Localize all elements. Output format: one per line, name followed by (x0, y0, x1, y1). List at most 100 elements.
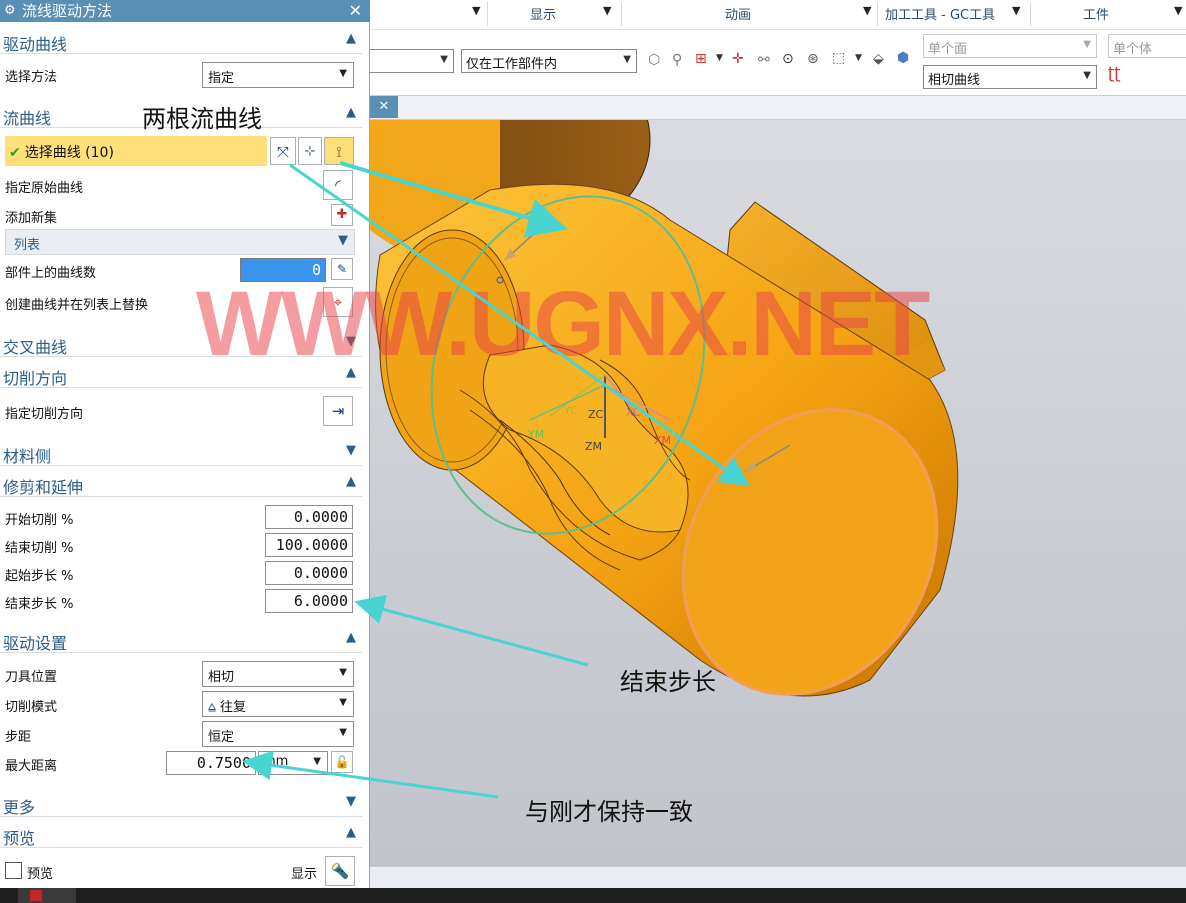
cut-mode-select[interactable]: ⩠ 往复 ▼ (202, 691, 354, 717)
watermark: WWW.UGNX.NET (196, 273, 930, 375)
ribbon-animation-dropdown[interactable]: ▼ (863, 4, 871, 17)
filter-icon[interactable]: ⚲ (672, 52, 682, 68)
ribbon-workpiece-dropdown[interactable]: ▼ (1174, 4, 1182, 17)
display-label: 显示 (291, 867, 318, 882)
section-title: 修剪和延伸 (3, 478, 84, 497)
select-curve-label: 选择曲线 (10) (24, 145, 114, 161)
start-cut-input[interactable]: 0.0000 (265, 505, 353, 529)
ribbon-display-dropdown[interactable]: ▼ (603, 4, 611, 17)
preview-checkbox[interactable] (5, 862, 22, 879)
section-title: 流曲线 (3, 109, 52, 128)
axis-label-ym: YM (527, 428, 544, 441)
section-title: 切削方向 (3, 369, 68, 388)
section-title: 预览 (3, 829, 36, 848)
section-drive-curve[interactable]: 驱动曲线 ▲ (0, 28, 362, 54)
ribbon-tab-display[interactable]: 显示 (530, 4, 556, 23)
body-rule-select[interactable]: 单个体 (1108, 34, 1186, 58)
add-point-icon[interactable]: ⊞ (695, 51, 707, 67)
stepover-select[interactable]: 恒定 ▼ (202, 721, 354, 747)
box-select-icon[interactable]: ⬚ (832, 50, 845, 66)
section-title: 更多 (3, 798, 36, 817)
add-new-set-label: 添加新集 (5, 211, 58, 226)
preview-label: 预览 (27, 867, 54, 882)
chevron-up-icon[interactable]: ▲ (346, 630, 356, 645)
stop-at-intersection-icon[interactable]: ʈʈ (1108, 63, 1121, 82)
part-model-scene[interactable]: YC ZC XC YM ZM XM (370, 120, 1186, 866)
quadrant-icon[interactable]: ⊛ (807, 51, 819, 67)
vertex-icon[interactable]: ✛ (732, 51, 744, 67)
ribbon-tab-gc-tools[interactable]: 加工工具 - GC工具 (885, 4, 995, 23)
close-tab-icon[interactable]: ✕ (370, 96, 398, 118)
add-set-icon[interactable]: ✚ (331, 204, 353, 226)
start-step-input[interactable]: 0.0000 (265, 561, 353, 585)
point-constructor-button[interactable]: ⊹ (298, 137, 322, 165)
stepover-value: 恒定 (208, 730, 235, 745)
curve-rule-value: 相切曲线 (928, 73, 981, 88)
tool-position-label: 刀具位置 (5, 670, 58, 685)
origin-curve-button[interactable]: ◜ (323, 170, 353, 200)
chevron-down-icon: ▼ (339, 667, 347, 678)
annotation-keep-same: 与刚才保持一致 (525, 798, 693, 826)
select-method-select[interactable]: 指定 ▼ (202, 62, 354, 88)
selection-toolbar: ▼ 仅在工作部件内 ▼ ⬡ ⚲ ⊞ ▼ ✛ ⚯ ⊙ ⊛ ⬚ ▼ ⬙ ⬢ 单个面 ▼ … (364, 30, 1186, 96)
center-point-icon[interactable]: ⊙ (782, 51, 794, 67)
ribbon-gc-dropdown[interactable]: ▼ (1012, 4, 1020, 17)
chevron-up-icon[interactable]: ▲ (346, 105, 356, 120)
max-distance-input[interactable]: 0.7500 (166, 751, 256, 775)
select-method-label: 选择方法 (5, 70, 58, 85)
annotation-two-flow-curves: 两根流曲线 (142, 105, 262, 133)
chevron-down-icon[interactable]: ▼ (338, 233, 348, 248)
section-trim-extend[interactable]: 修剪和延伸 ▲ (0, 471, 362, 497)
chevron-down-icon[interactable]: ▼ (346, 794, 356, 809)
solid-body-icon[interactable]: ⬢ (897, 50, 909, 66)
curve-rule-select[interactable]: 相切曲线 ▼ (923, 65, 1097, 89)
section-title: 交叉曲线 (3, 338, 68, 357)
midpoint-icon[interactable]: ⚯ (758, 52, 770, 68)
close-icon[interactable]: ✕ (349, 0, 362, 22)
chevron-up-icon[interactable]: ▲ (346, 474, 356, 489)
end-step-input[interactable]: 6.0000 (265, 589, 353, 613)
reverse-direction-button[interactable]: ⤧ (270, 137, 296, 165)
ribbon-dropdown-arrow[interactable]: ▼ (472, 4, 480, 17)
lock-icon[interactable]: 🔓 (331, 751, 353, 773)
dropdown-arrow-icon[interactable]: ▼ (855, 53, 862, 63)
chevron-up-icon[interactable]: ▲ (346, 825, 356, 840)
axis-label-yc: YC (563, 404, 578, 417)
selection-scope-select[interactable]: 仅在工作部件内 ▼ (461, 49, 637, 73)
select-curve-row[interactable]: ✔ 选择曲线 (10) (5, 136, 267, 166)
chevron-down-icon[interactable]: ▼ (346, 443, 356, 458)
taskbar-app-icon[interactable] (18, 888, 76, 903)
annotation-end-step: 结束步长 (620, 668, 716, 696)
type-filter-select[interactable]: ▼ (364, 49, 454, 73)
start-cut-label: 开始切削 % (5, 513, 74, 528)
dialog-title-bar[interactable]: ⚙ 流线驱动方法 ✕ (0, 0, 370, 22)
list-expander[interactable]: 列表 ▼ (5, 229, 355, 255)
end-cut-input[interactable]: 100.0000 (265, 533, 353, 557)
section-title: 材料侧 (3, 447, 52, 466)
chevron-down-icon: ▼ (339, 727, 347, 738)
end-step-label: 结束步长 % (5, 597, 74, 612)
tool-position-select[interactable]: 相切 ▼ (202, 661, 354, 687)
create-replace-label: 创建曲线并在列表上替换 (5, 298, 149, 313)
dropdown-arrow-icon[interactable]: ▼ (716, 53, 723, 63)
section-drive-settings[interactable]: 驱动设置 ▲ (0, 627, 362, 653)
chevron-up-icon[interactable]: ▲ (346, 31, 356, 46)
flashlight-icon[interactable]: 🔦 (325, 856, 355, 886)
curve-select-button[interactable]: ⟟ (324, 137, 354, 165)
tool-position-value: 相切 (208, 670, 235, 685)
list-label: 列表 (14, 238, 41, 253)
unit-select[interactable]: mm ▼ (258, 751, 328, 775)
axis-label-xm: XM (654, 434, 671, 447)
section-material-side[interactable]: 材料侧 ▼ (0, 440, 362, 466)
os-taskbar (0, 888, 1186, 903)
section-preview[interactable]: 预览 ▲ (0, 822, 362, 848)
face-rule-select[interactable]: 单个面 ▼ (923, 34, 1097, 58)
ribbon-tab-animation[interactable]: 动画 (725, 4, 751, 23)
section-more[interactable]: 更多 ▼ (0, 791, 362, 817)
eraser-icon[interactable]: ⬙ (873, 51, 884, 67)
graphics-viewport[interactable]: YC ZC XC YM ZM XM (370, 120, 1186, 866)
cut-direction-button[interactable]: ⇥ (323, 396, 353, 426)
gear-icon[interactable]: ⚙ (4, 0, 16, 22)
snap-icon[interactable]: ⬡ (648, 52, 660, 68)
ribbon-tab-workpiece[interactable]: 工件 (1083, 4, 1109, 23)
